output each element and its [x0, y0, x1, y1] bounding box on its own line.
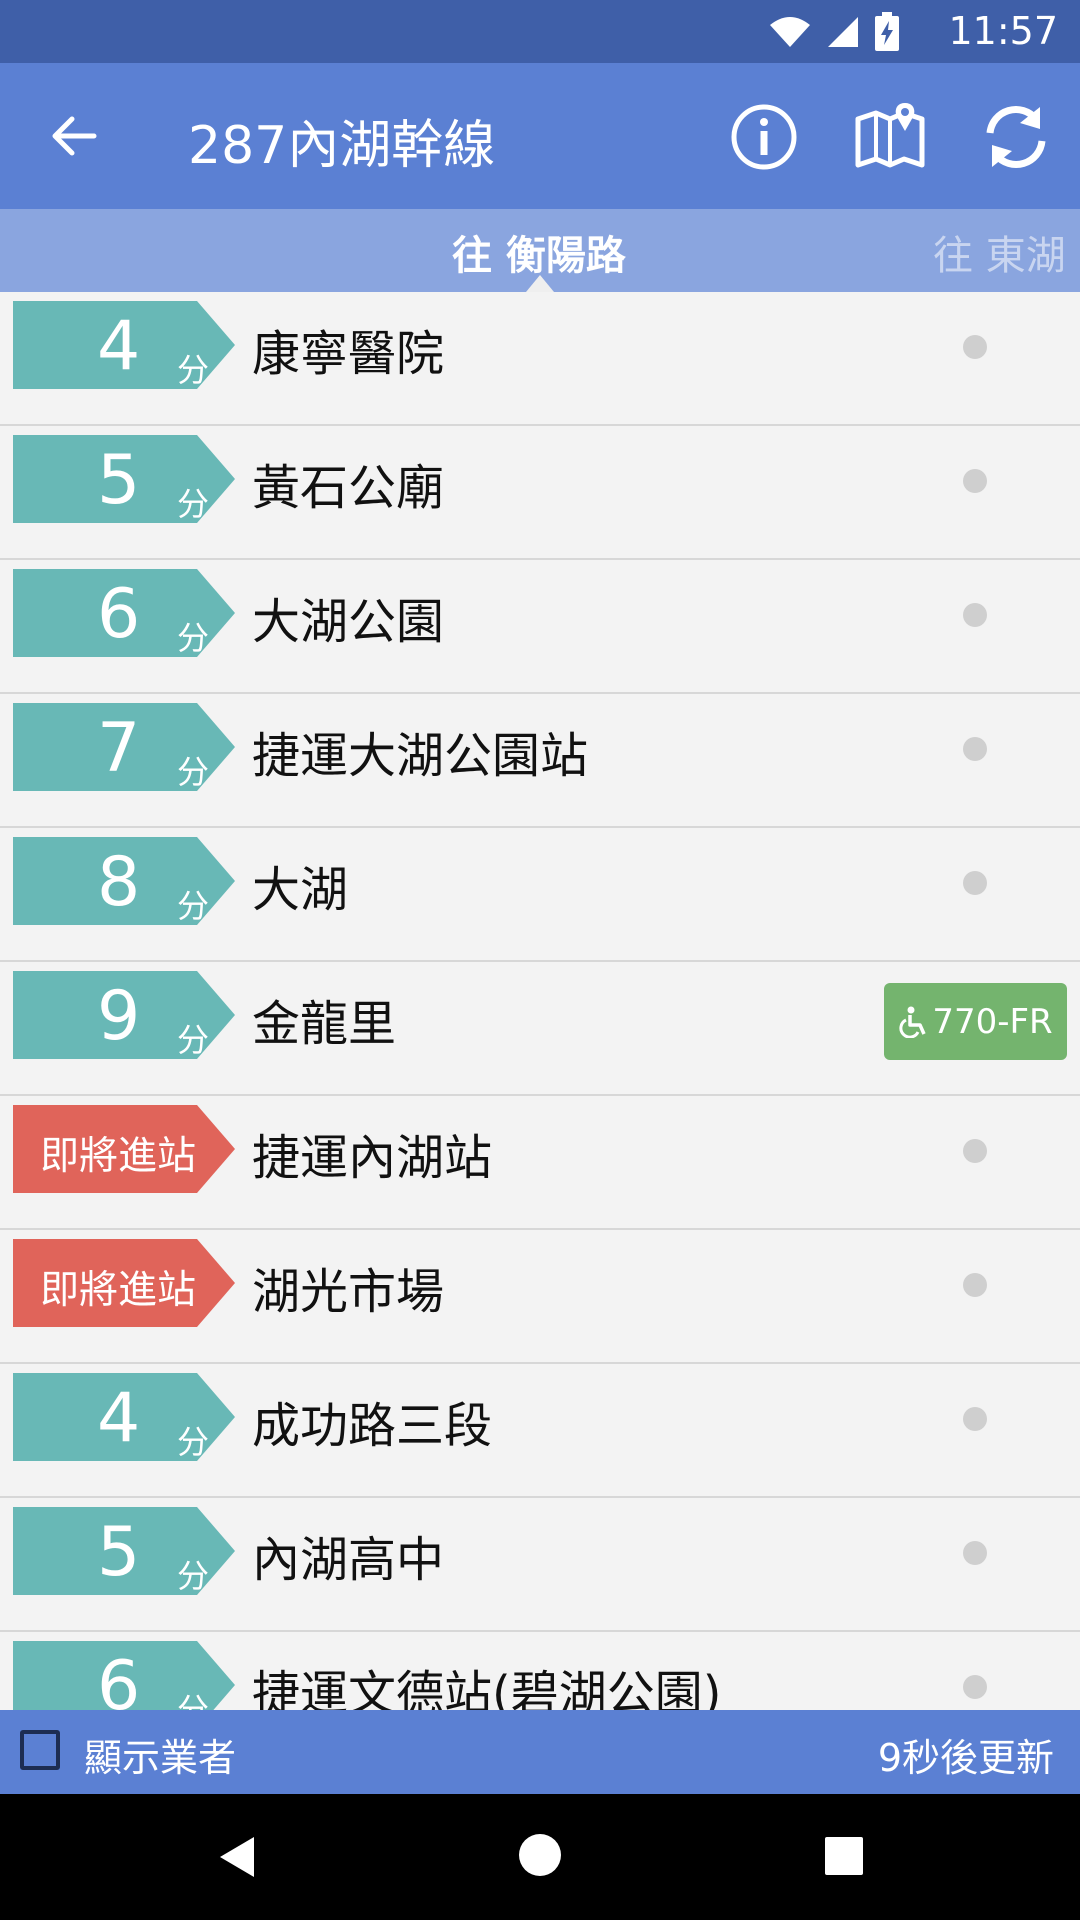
tab-to-hengyang-road[interactable]: 往 衡陽路 [452, 223, 626, 281]
wifi-icon [770, 17, 810, 47]
stop-row[interactable]: 即將進站 湖光市場 [0, 1230, 1080, 1364]
home-circle-icon[interactable] [518, 1833, 562, 1877]
stop-row[interactable]: 6 分 大湖公園 [0, 560, 1080, 694]
recents-square-icon[interactable] [823, 1835, 865, 1877]
status-dot-icon [963, 469, 987, 493]
eta-unit: 分 [177, 1557, 210, 1595]
cell-signal-icon [828, 17, 858, 47]
eta-unit: 分 [177, 887, 210, 925]
eta-badge: 5 分 [13, 435, 235, 523]
active-tab-indicator [526, 275, 554, 292]
stop-name: 內湖高中 [252, 1532, 445, 1588]
status-dot-icon [963, 737, 987, 761]
route-title: 287內湖幹線 [188, 116, 496, 176]
status-dot-icon [963, 871, 987, 895]
status-dot-icon [963, 1407, 987, 1431]
update-countdown: 9秒後更新 [877, 1736, 1054, 1780]
stop-name: 大湖 [252, 862, 349, 918]
eta-minutes: 6 [97, 575, 141, 654]
eta-unit: 分 [177, 1423, 210, 1461]
status-icons [768, 12, 900, 52]
eta-minutes: 6 [97, 1647, 141, 1710]
stop-name: 捷運文德站(碧湖公園) [252, 1666, 722, 1710]
eta-minutes: 5 [97, 1513, 141, 1592]
status-dot-icon [963, 335, 987, 359]
stop-row[interactable]: 9 分 金龍里 770-FR [0, 962, 1080, 1096]
back-arrow-icon[interactable] [44, 106, 104, 166]
eta-unit: 分 [177, 619, 210, 657]
wheelchair-icon [899, 1006, 926, 1038]
map-icon[interactable] [852, 99, 928, 175]
status-dot-icon [963, 603, 987, 627]
bus-plate-badge[interactable]: 770-FR [884, 983, 1067, 1060]
eta-badge: 即將進站 [13, 1105, 235, 1193]
stop-name: 大湖公園 [252, 594, 445, 650]
show-operator-label[interactable]: 顯示業者 [84, 1727, 236, 1782]
eta-badge: 9 分 [13, 971, 235, 1059]
stop-list[interactable]: 4 分 康寧醫院 5 分 黃石公廟 6 分 大湖公園 7 分 捷運大湖公園站 8… [0, 292, 1080, 1710]
show-operator-checkbox[interactable] [20, 1730, 60, 1770]
stop-row[interactable]: 7 分 捷運大湖公園站 [0, 694, 1080, 828]
back-triangle-icon[interactable] [214, 1833, 260, 1881]
stop-name: 捷運大湖公園站 [252, 728, 589, 784]
eta-arriving-label: 即將進站 [40, 1268, 197, 1313]
info-icon[interactable] [726, 99, 802, 175]
stop-row[interactable]: 6 分 捷運文德站(碧湖公園) [0, 1632, 1080, 1710]
status-dot-icon [963, 1541, 987, 1565]
status-dot-icon [963, 1139, 987, 1163]
eta-unit: 分 [177, 1691, 210, 1710]
stop-row[interactable]: 5 分 黃石公廟 [0, 426, 1080, 560]
stop-name: 黃石公廟 [252, 460, 445, 516]
stop-row[interactable]: 即將進站 捷運內湖站 [0, 1096, 1080, 1230]
stop-name: 康寧醫院 [252, 326, 445, 382]
eta-unit: 分 [177, 485, 210, 523]
stop-row[interactable]: 8 分 大湖 [0, 828, 1080, 962]
eta-minutes: 7 [97, 709, 141, 788]
eta-badge: 4 分 [13, 301, 235, 389]
app-bar: 287內湖幹線 [0, 63, 1080, 209]
eta-badge: 6 分 [13, 1641, 235, 1710]
eta-badge: 即將進站 [13, 1239, 235, 1327]
eta-minutes: 4 [97, 1379, 141, 1458]
stop-row[interactable]: 5 分 內湖高中 [0, 1498, 1080, 1632]
stop-name: 金龍里 [252, 996, 397, 1052]
status-bar: 11:57 [0, 0, 1080, 63]
eta-badge: 6 分 [13, 569, 235, 657]
stop-name: 湖光市場 [252, 1264, 445, 1320]
footer-bar: 顯示業者 9秒後更新 [0, 1710, 1080, 1794]
stop-name: 成功路三段 [252, 1398, 493, 1454]
eta-badge: 4 分 [13, 1373, 235, 1461]
refresh-icon[interactable] [978, 99, 1054, 175]
status-dot-icon [963, 1675, 987, 1699]
stop-row[interactable]: 4 分 成功路三段 [0, 1364, 1080, 1498]
bus-plate-number: 770-FR [932, 1001, 1053, 1042]
stop-row[interactable]: 4 分 康寧醫院 [0, 292, 1080, 426]
eta-unit: 分 [177, 753, 210, 791]
tab-to-donghu[interactable]: 往 東湖 [933, 223, 1066, 281]
battery-charging-icon [875, 12, 899, 51]
eta-unit: 分 [177, 1021, 210, 1059]
stop-name: 捷運內湖站 [252, 1130, 493, 1186]
system-nav-bar [0, 1794, 1080, 1920]
eta-minutes: 4 [97, 307, 141, 386]
eta-arriving-label: 即將進站 [40, 1134, 197, 1179]
eta-unit: 分 [177, 351, 210, 389]
eta-badge: 7 分 [13, 703, 235, 791]
status-time: 11:57 [948, 9, 1058, 53]
eta-badge: 5 分 [13, 1507, 235, 1595]
eta-minutes: 5 [97, 441, 141, 520]
eta-badge: 8 分 [13, 837, 235, 925]
eta-minutes: 8 [97, 843, 141, 922]
eta-minutes: 9 [97, 977, 141, 1056]
status-dot-icon [963, 1273, 987, 1297]
